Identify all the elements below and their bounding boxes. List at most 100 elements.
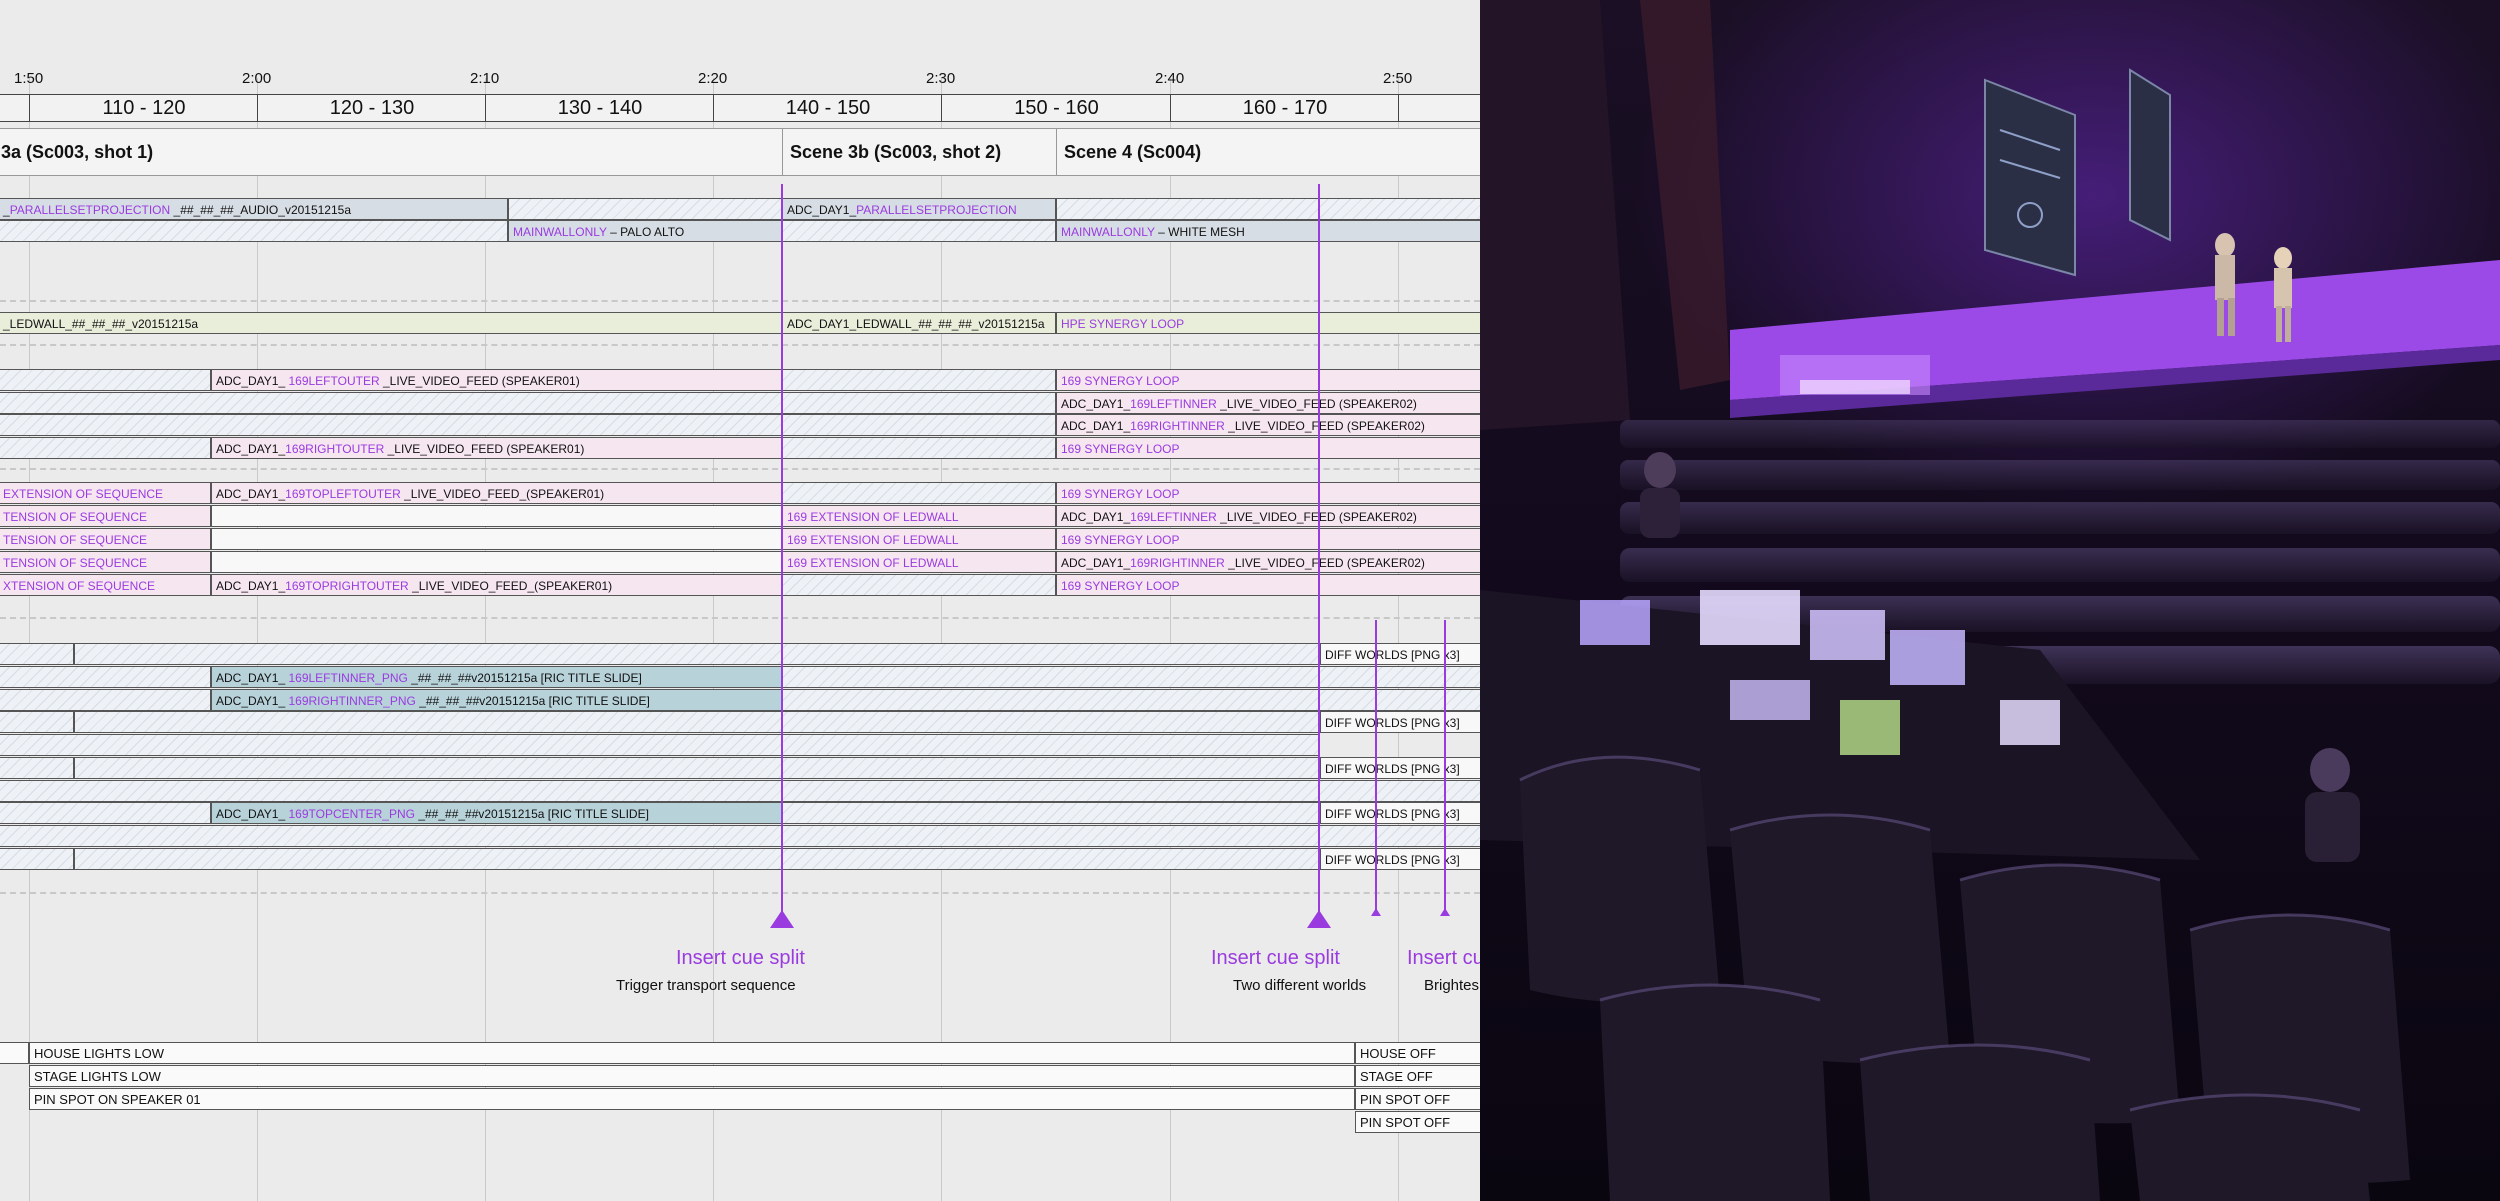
lighting-cue[interactable]: HOUSE LIGHTS LOW <box>29 1042 1355 1064</box>
clip[interactable]: ADC_DAY1_LEDWALL_##_##_##_v20151215a <box>782 312 1056 334</box>
scene-cell[interactable]: Scene 4 (Sc004) <box>1056 129 1480 175</box>
range-cell[interactable] <box>1398 95 1480 121</box>
cue-playhead[interactable] <box>1444 620 1446 911</box>
clip[interactable]: 169 EXTENSION OF LEDWALL <box>782 528 1056 550</box>
lighting-cue[interactable]: PIN SPOT ON SPEAKER 01 <box>29 1088 1355 1110</box>
cue-marker-icon[interactable] <box>770 910 794 928</box>
clip[interactable]: DIFF WORLDS [PNG x3] <box>1320 802 1480 824</box>
clip-empty[interactable] <box>74 643 1320 665</box>
clip[interactable]: _LEDWALL_##_##_##_v20151215a <box>0 312 782 334</box>
clip-empty[interactable] <box>74 711 1320 733</box>
clip-empty[interactable] <box>782 437 1056 459</box>
clip-empty[interactable] <box>0 848 74 870</box>
clip[interactable]: 169 EXTENSION OF LEDWALL <box>782 551 1056 573</box>
clip[interactable]: ADC_DAY1_169RIGHTOUTER _LIVE_VIDEO_FEED … <box>211 437 782 459</box>
clip[interactable]: _PARALLELSETPROJECTION _##_##_##_AUDIO_v… <box>0 198 508 220</box>
clip[interactable]: DIFF WORLDS [PNG x3] <box>1320 711 1480 733</box>
clip[interactable]: ADC_DAY1_169LEFTINNER _LIVE_VIDEO_FEED (… <box>1056 505 1480 527</box>
clip[interactable]: DIFF WORLDS [PNG x3] <box>1320 848 1480 870</box>
lighting-cue[interactable]: STAGE LIGHTS LOW <box>29 1065 1355 1087</box>
clip-empty[interactable] <box>782 482 1056 504</box>
lighting-cue[interactable]: PIN SPOT OFF <box>1355 1111 1480 1133</box>
clip[interactable]: EXTENSION OF SEQUENCE <box>0 482 211 504</box>
clip[interactable]: ADC_DAY1_ 169TOPCENTER_PNG _##_##_##v201… <box>211 802 782 824</box>
clip-empty[interactable] <box>1056 198 1480 220</box>
clip[interactable]: TENSION OF SEQUENCE <box>0 528 211 550</box>
clip-empty[interactable] <box>211 505 782 527</box>
clip[interactable]: XTENSION OF SEQUENCE <box>0 574 211 596</box>
scene-cell[interactable]: Scene 3b (Sc003, shot 2) <box>782 129 1056 175</box>
clip[interactable]: ADC_DAY1_169TOPLEFTOUTER _LIVE_VIDEO_FEE… <box>211 482 782 504</box>
clip-empty[interactable] <box>508 198 782 220</box>
clip-empty[interactable] <box>0 734 1320 756</box>
clip[interactable]: 169 SYNERGY LOOP <box>1056 482 1480 504</box>
cue-title: Insert cue split <box>676 947 805 969</box>
clip[interactable]: ADC_DAY1_169TOPRIGHTOUTER _LIVE_VIDEO_FE… <box>211 574 782 596</box>
clip[interactable]: 169 SYNERGY LOOP <box>1056 528 1480 550</box>
clip[interactable]: MAINWALLONLY – WHITE MESH <box>1056 220 1480 242</box>
clip-empty[interactable] <box>0 689 211 711</box>
gridline <box>485 78 486 1201</box>
clip[interactable]: 169 EXTENSION OF LEDWALL <box>782 505 1056 527</box>
clip-empty[interactable] <box>0 825 1480 847</box>
clip[interactable]: DIFF WORLDS [PNG x3] <box>1320 757 1480 779</box>
clip[interactable]: 169 SYNERGY LOOP <box>1056 437 1480 459</box>
range-cell[interactable]: 110 - 120 <box>29 95 258 121</box>
clip[interactable]: ADC_DAY1_169RIGHTINNER _LIVE_VIDEO_FEED … <box>1056 551 1480 573</box>
clip-empty[interactable] <box>0 414 1056 436</box>
clip[interactable]: ADC_DAY1_ 169RIGHTINNER_PNG _##_##_##v20… <box>211 689 782 711</box>
clip-empty[interactable] <box>211 551 782 573</box>
cue-title: Insert cue split <box>1211 947 1340 969</box>
clip-empty[interactable] <box>0 643 74 665</box>
lighting-cue-empty[interactable] <box>0 1042 29 1064</box>
clip-empty[interactable] <box>0 220 508 242</box>
clip[interactable]: ADC_DAY1_ 169LEFTINNER_PNG _##_##_##v201… <box>211 666 782 688</box>
range-cell[interactable]: 150 - 160 <box>941 95 1171 121</box>
cue-marker-icon[interactable] <box>1307 910 1331 928</box>
lighting-cue[interactable]: PIN SPOT OFF <box>1355 1088 1480 1110</box>
clip-empty[interactable] <box>211 528 782 550</box>
lighting-cue[interactable]: STAGE OFF <box>1355 1065 1480 1087</box>
clip-empty[interactable] <box>0 711 74 733</box>
clip[interactable]: 169 SYNERGY LOOP <box>1056 369 1480 391</box>
clip[interactable]: ADC_DAY1_PARALLELSETPROJECTION <box>782 198 1056 220</box>
clip[interactable]: TENSION OF SEQUENCE <box>0 505 211 527</box>
time-tick: 2:50 <box>1383 70 1413 87</box>
clip-empty[interactable] <box>782 369 1056 391</box>
clip[interactable]: ADC_DAY1_ 169LEFTOUTER _LIVE_VIDEO_FEED … <box>211 369 782 391</box>
cue-timeline: 1:50 2:00 2:10 2:20 2:30 2:40 2:50 110 -… <box>0 0 1480 1201</box>
range-cell[interactable]: 120 - 130 <box>257 95 486 121</box>
clip-empty[interactable] <box>782 574 1056 596</box>
clip-empty[interactable] <box>0 757 74 779</box>
cue-description: Two different worlds <box>1233 977 1367 994</box>
clip[interactable]: MAINWALLONLY – PALO ALTO <box>508 220 782 242</box>
time-tick: 2:10 <box>470 70 500 87</box>
cue-marker-icon[interactable] <box>1371 908 1381 916</box>
clip-empty[interactable] <box>74 757 1320 779</box>
clip-empty[interactable] <box>782 802 1320 824</box>
clip-empty[interactable] <box>0 802 211 824</box>
clip[interactable]: DIFF WORLDS [PNG x3] <box>1320 643 1480 665</box>
clip-empty[interactable] <box>0 392 1056 414</box>
range-cell[interactable]: 140 - 150 <box>713 95 942 121</box>
clip-empty[interactable] <box>0 666 211 688</box>
range-cell[interactable]: 160 - 170 <box>1170 95 1399 121</box>
lighting-cue[interactable]: HOUSE OFF <box>1355 1042 1480 1064</box>
clip-empty[interactable] <box>74 848 1320 870</box>
clip-empty[interactable] <box>0 780 1480 802</box>
cue-playhead[interactable] <box>1318 184 1320 920</box>
clip[interactable]: ADC_DAY1_169RIGHTINNER _LIVE_VIDEO_FEED … <box>1056 414 1480 436</box>
scene-cell[interactable]: 3a (Sc003, shot 1) <box>0 129 782 175</box>
cue-playhead[interactable] <box>1375 620 1377 911</box>
clip-empty[interactable] <box>0 369 211 391</box>
clip-empty[interactable] <box>0 437 211 459</box>
range-cell[interactable]: 130 - 140 <box>485 95 714 121</box>
cue-description: Trigger transport sequence <box>616 977 796 994</box>
clip[interactable]: TENSION OF SEQUENCE <box>0 551 211 573</box>
clip[interactable]: HPE SYNERGY LOOP <box>1056 312 1480 334</box>
clip[interactable]: 169 SYNERGY LOOP <box>1056 574 1480 596</box>
cue-playhead[interactable] <box>781 184 783 920</box>
cue-marker-icon[interactable] <box>1440 908 1450 916</box>
clip-empty[interactable] <box>782 220 1056 242</box>
clip[interactable]: ADC_DAY1_169LEFTINNER _LIVE_VIDEO_FEED (… <box>1056 392 1480 414</box>
